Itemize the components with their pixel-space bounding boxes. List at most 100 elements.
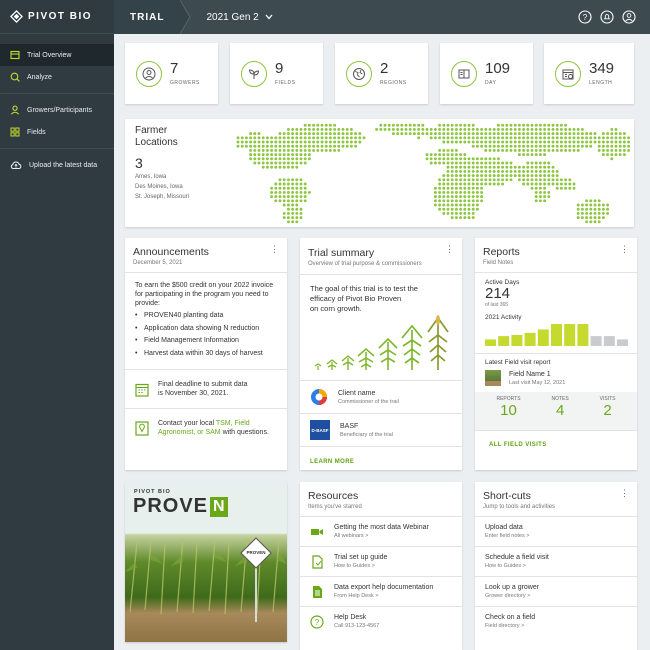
contact-link[interactable]: Agronomist, or SAM (158, 429, 221, 436)
svg-text:?: ? (583, 13, 588, 22)
contact-link[interactable]: TSM, Field (216, 420, 250, 427)
client-role: Commissioner of the trail (338, 398, 399, 405)
divider (0, 148, 114, 149)
breadcrumb-trial[interactable]: TRIAL (114, 0, 181, 34)
calendar-length-icon (555, 60, 581, 87)
stat-card-regions[interactable]: 2 REGIONS (335, 43, 428, 104)
announcement-bullet: Application data showing N reduction (135, 323, 277, 336)
wordmark-n: N (210, 496, 228, 517)
resource-title: Trial set up guide (334, 554, 388, 561)
video-icon (311, 528, 323, 535)
announcement-bullet: PROVEN40 planting data (135, 310, 277, 323)
sidebar-item-trial-overview[interactable]: Trial Overview (0, 44, 114, 66)
resource-item[interactable]: Trial set up guide How to Guides > (300, 546, 462, 576)
trial-name: 2021 Gen 2 (206, 11, 259, 23)
shortcut-item[interactable]: Look up a grower Grower directory > (475, 576, 637, 606)
resource-title: Help Desk (334, 614, 367, 621)
resource-item[interactable]: ? Help Desk Call 913-123-4567 (300, 606, 462, 636)
stat-card-length[interactable]: 349 LENGTH (544, 43, 634, 104)
card-date: December 5, 2021 (133, 260, 183, 266)
account-icon[interactable] (622, 10, 636, 24)
document-lines-icon (313, 585, 322, 598)
active-days-of: of last 365 (485, 302, 509, 308)
person-icon (10, 105, 20, 115)
top-bar: TRIAL 2021 Gen 2 ? (114, 0, 650, 34)
location-item: Des Moines, Iowa (135, 184, 183, 190)
proven-promo-card[interactable]: PROVEN PIVOT BIO PROVE N (125, 482, 287, 642)
count-reports[interactable]: REPORTS 10 (496, 392, 520, 430)
more-options-icon[interactable]: ⋮ (620, 244, 629, 255)
resource-title: Getting the most data Webinar (334, 524, 429, 531)
announcement-bullet: Harvest data within 30 days of harvest (135, 348, 277, 361)
more-options-icon[interactable]: ⋮ (270, 244, 279, 255)
farmer-locations-title: Farmer Locations (135, 125, 178, 149)
resource-title: Data export help documentation (334, 584, 434, 591)
shortcut-title: Check on a field (485, 614, 536, 621)
stat-value: 9 (275, 60, 284, 77)
latest-visit-label: Latest Field visit report (485, 359, 551, 366)
resource-sub: How to Guides > (334, 563, 375, 569)
sidebar: PIVOT BIO Trial Overview Analyze Growers… (0, 0, 114, 650)
stat-card-growers[interactable]: 7 GROWERS (125, 43, 218, 104)
reports-card: Reports Field Notes ⋮ Active Days 214 of… (475, 238, 637, 470)
learn-more-link[interactable]: LEARN MORE (310, 459, 354, 465)
deadline-line: Final deadline to submit data (158, 381, 248, 388)
stat-card-day[interactable]: 109 DAY (440, 43, 533, 104)
notifications-icon[interactable] (600, 10, 614, 24)
resource-sub: From Help Desk > (334, 593, 379, 599)
count-notes[interactable]: NOTES 4 (552, 392, 569, 430)
count-visits[interactable]: VISITS 2 (600, 392, 616, 430)
sidebar-item-label: Upload the latest data (29, 161, 98, 169)
activity-bar (564, 324, 576, 346)
activity-bar (577, 324, 589, 346)
shortcut-sub: How to Guides > (485, 563, 526, 569)
resource-item[interactable]: Data export help documentation From Help … (300, 576, 462, 606)
stat-card-fields[interactable]: 9 FIELDS (230, 43, 323, 104)
last-visit: Last visit May 12, 2021 (509, 379, 566, 386)
wordmark-text: PROVE (133, 495, 209, 517)
more-options-icon[interactable]: ⋮ (445, 244, 454, 255)
overview-icon (10, 50, 20, 60)
more-options-icon[interactable]: ⋮ (620, 488, 629, 499)
cloud-upload-icon (10, 161, 22, 169)
person-icon (136, 60, 162, 87)
client-row[interactable]: Client name Commissioner of the trail (300, 380, 462, 413)
shortcut-item[interactable]: Schedule a field visit How to Guides > (475, 546, 637, 576)
resource-sub: Call 913-123-4567 (334, 623, 380, 629)
logo-text: PIVOT BIO (28, 11, 93, 22)
location-list: Ames, Iowa Des Moines, Iowa St. Joseph, … (135, 172, 189, 202)
stat-value: 109 (485, 60, 511, 77)
logo[interactable]: PIVOT BIO (0, 0, 114, 34)
help-icon[interactable]: ? (578, 10, 592, 24)
stat-label: FIELDS (275, 80, 296, 86)
resource-item[interactable]: Getting the most data Webinar All webinar… (300, 516, 462, 546)
activity-bar (511, 335, 523, 346)
resource-sub: All webinars > (334, 533, 369, 539)
shortcut-sub: Field directory > (485, 623, 525, 629)
sidebar-item-analyze[interactable]: Analyze (0, 66, 114, 88)
basf-row[interactable]: D-BASF BASF Beneficiary of the trial (300, 413, 462, 446)
field-visit-row[interactable]: Field Name 1 Last visit May 12, 2021 (485, 370, 627, 386)
analyze-icon (10, 72, 20, 82)
sidebar-item-upload[interactable]: Upload the latest data (0, 154, 114, 176)
title-line: Farmer (135, 125, 168, 136)
sidebar-item-fields[interactable]: Fields (0, 121, 114, 143)
globe-icon (346, 60, 372, 87)
breadcrumb-separator-icon (180, 0, 192, 34)
farmer-locations-card: Farmer Locations 3 Ames, Iowa Des Moines… (125, 119, 634, 227)
client-name: Client name (338, 389, 376, 397)
world-dot-map[interactable] (125, 119, 634, 227)
trial-selector[interactable]: 2021 Gen 2 (192, 11, 273, 23)
shortcut-sub: Grower directory > (485, 593, 531, 599)
chevron-down-icon (265, 14, 273, 20)
field-name: Field Name 1 (509, 370, 551, 378)
card-title: Short-cuts (483, 490, 531, 502)
calendar-icon (135, 383, 149, 397)
field-thumbnail (485, 370, 501, 386)
shortcut-item[interactable]: Upload data Enter field notes > (475, 516, 637, 546)
all-field-visits-link[interactable]: ALL FIELD VISITS (489, 442, 547, 448)
sidebar-item-growers[interactable]: Growers/Participants (0, 99, 114, 121)
goal-line: The goal of this trial is to test the (310, 284, 418, 293)
stat-label: DAY (485, 80, 497, 86)
shortcut-item[interactable]: Check on a field Field directory > (475, 606, 637, 636)
